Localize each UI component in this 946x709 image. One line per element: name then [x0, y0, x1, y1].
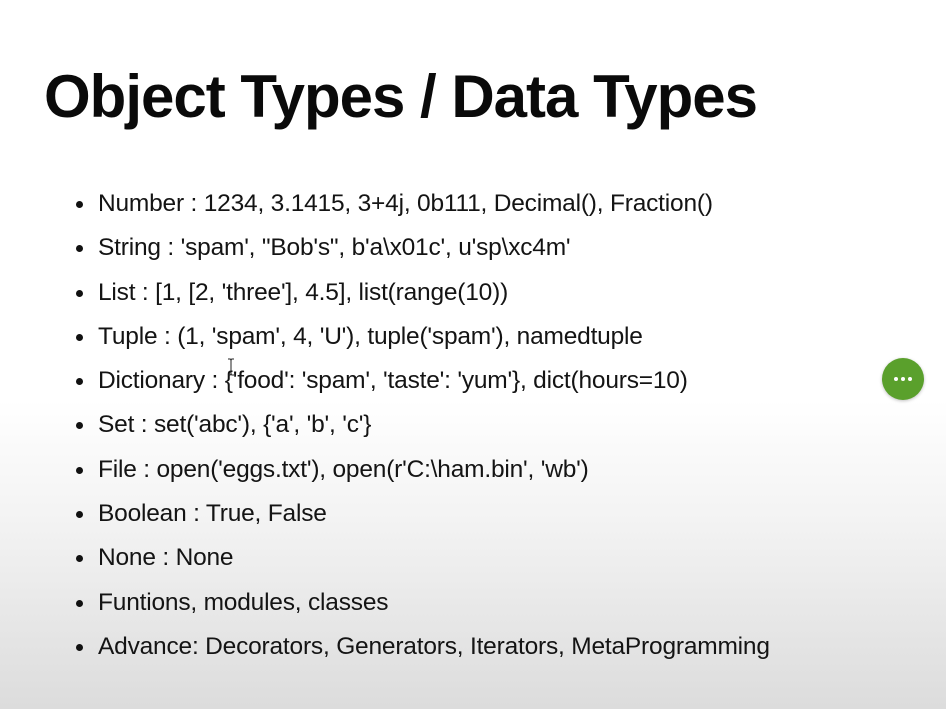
bullet-item: Dictionary : {'food': 'spam', 'taste': '… — [76, 363, 770, 407]
bullet-dot — [76, 422, 83, 430]
bullet-dot — [76, 289, 83, 297]
more-options-button[interactable] — [882, 358, 924, 400]
bullet-dot — [76, 466, 83, 474]
text-cursor-icon — [228, 358, 234, 376]
bullet-text: File : open('eggs.txt'), open(r'C:\ham.b… — [98, 455, 589, 483]
bullet-item: Funtions, modules, classes — [76, 585, 770, 629]
bullet-item: None : None — [76, 540, 770, 584]
bullet-item: Advance: Decorators, Generators, Iterato… — [76, 629, 770, 673]
bullet-item: Set : set('abc'), {'a', 'b', 'c'} — [76, 407, 770, 451]
bullet-dot — [76, 333, 83, 341]
bullet-text: Number : 1234, 3.1415, 3+4j, 0b111, Deci… — [98, 190, 713, 217]
bullet-dot — [76, 245, 83, 253]
bullet-dot — [76, 511, 83, 519]
more-horizontal-icon — [894, 377, 912, 381]
bullet-dot — [76, 201, 83, 208]
bullet-item: Number : 1234, 3.1415, 3+4j, 0b111, Deci… — [76, 186, 770, 230]
bullet-dot — [76, 599, 83, 607]
slide: Object Types / Data Types Number : 1234,… — [0, 0, 946, 709]
bullet-text: Tuple : (1, 'spam', 4, 'U'), tuple('spam… — [98, 322, 643, 350]
bullet-dot — [76, 643, 83, 651]
bullet-text: Boolean : True, False — [98, 500, 327, 528]
bullet-item: Boolean : True, False — [76, 496, 770, 540]
bullet-text: Advance: Decorators, Generators, Iterato… — [98, 632, 770, 660]
bullet-dot — [76, 378, 83, 386]
slide-title: Object Types / Data Types — [44, 63, 758, 130]
bullet-item: File : open('eggs.txt'), open(r'C:\ham.b… — [76, 452, 770, 496]
bullet-text: Funtions, modules, classes — [98, 588, 389, 616]
bullet-item: String : 'spam', "Bob's", b'a\x01c', u's… — [76, 230, 770, 274]
bullet-text: Dictionary : {'food': 'spam', 'taste': '… — [98, 367, 688, 395]
bullet-list: Number : 1234, 3.1415, 3+4j, 0b111, Deci… — [76, 186, 770, 673]
bullet-text: None : None — [98, 544, 234, 572]
bullet-text: List : [1, [2, 'three'], 4.5], list(rang… — [98, 278, 509, 306]
bullet-dot — [76, 555, 83, 563]
bullet-text: String : 'spam', "Bob's", b'a\x01c', u's… — [98, 234, 571, 262]
bullet-item: Tuple : (1, 'spam', 4, 'U'), tuple('spam… — [76, 319, 770, 363]
bullet-item: List : [1, [2, 'three'], 4.5], list(rang… — [76, 275, 770, 319]
bullet-text: Set : set('abc'), {'a', 'b', 'c'} — [98, 411, 372, 439]
